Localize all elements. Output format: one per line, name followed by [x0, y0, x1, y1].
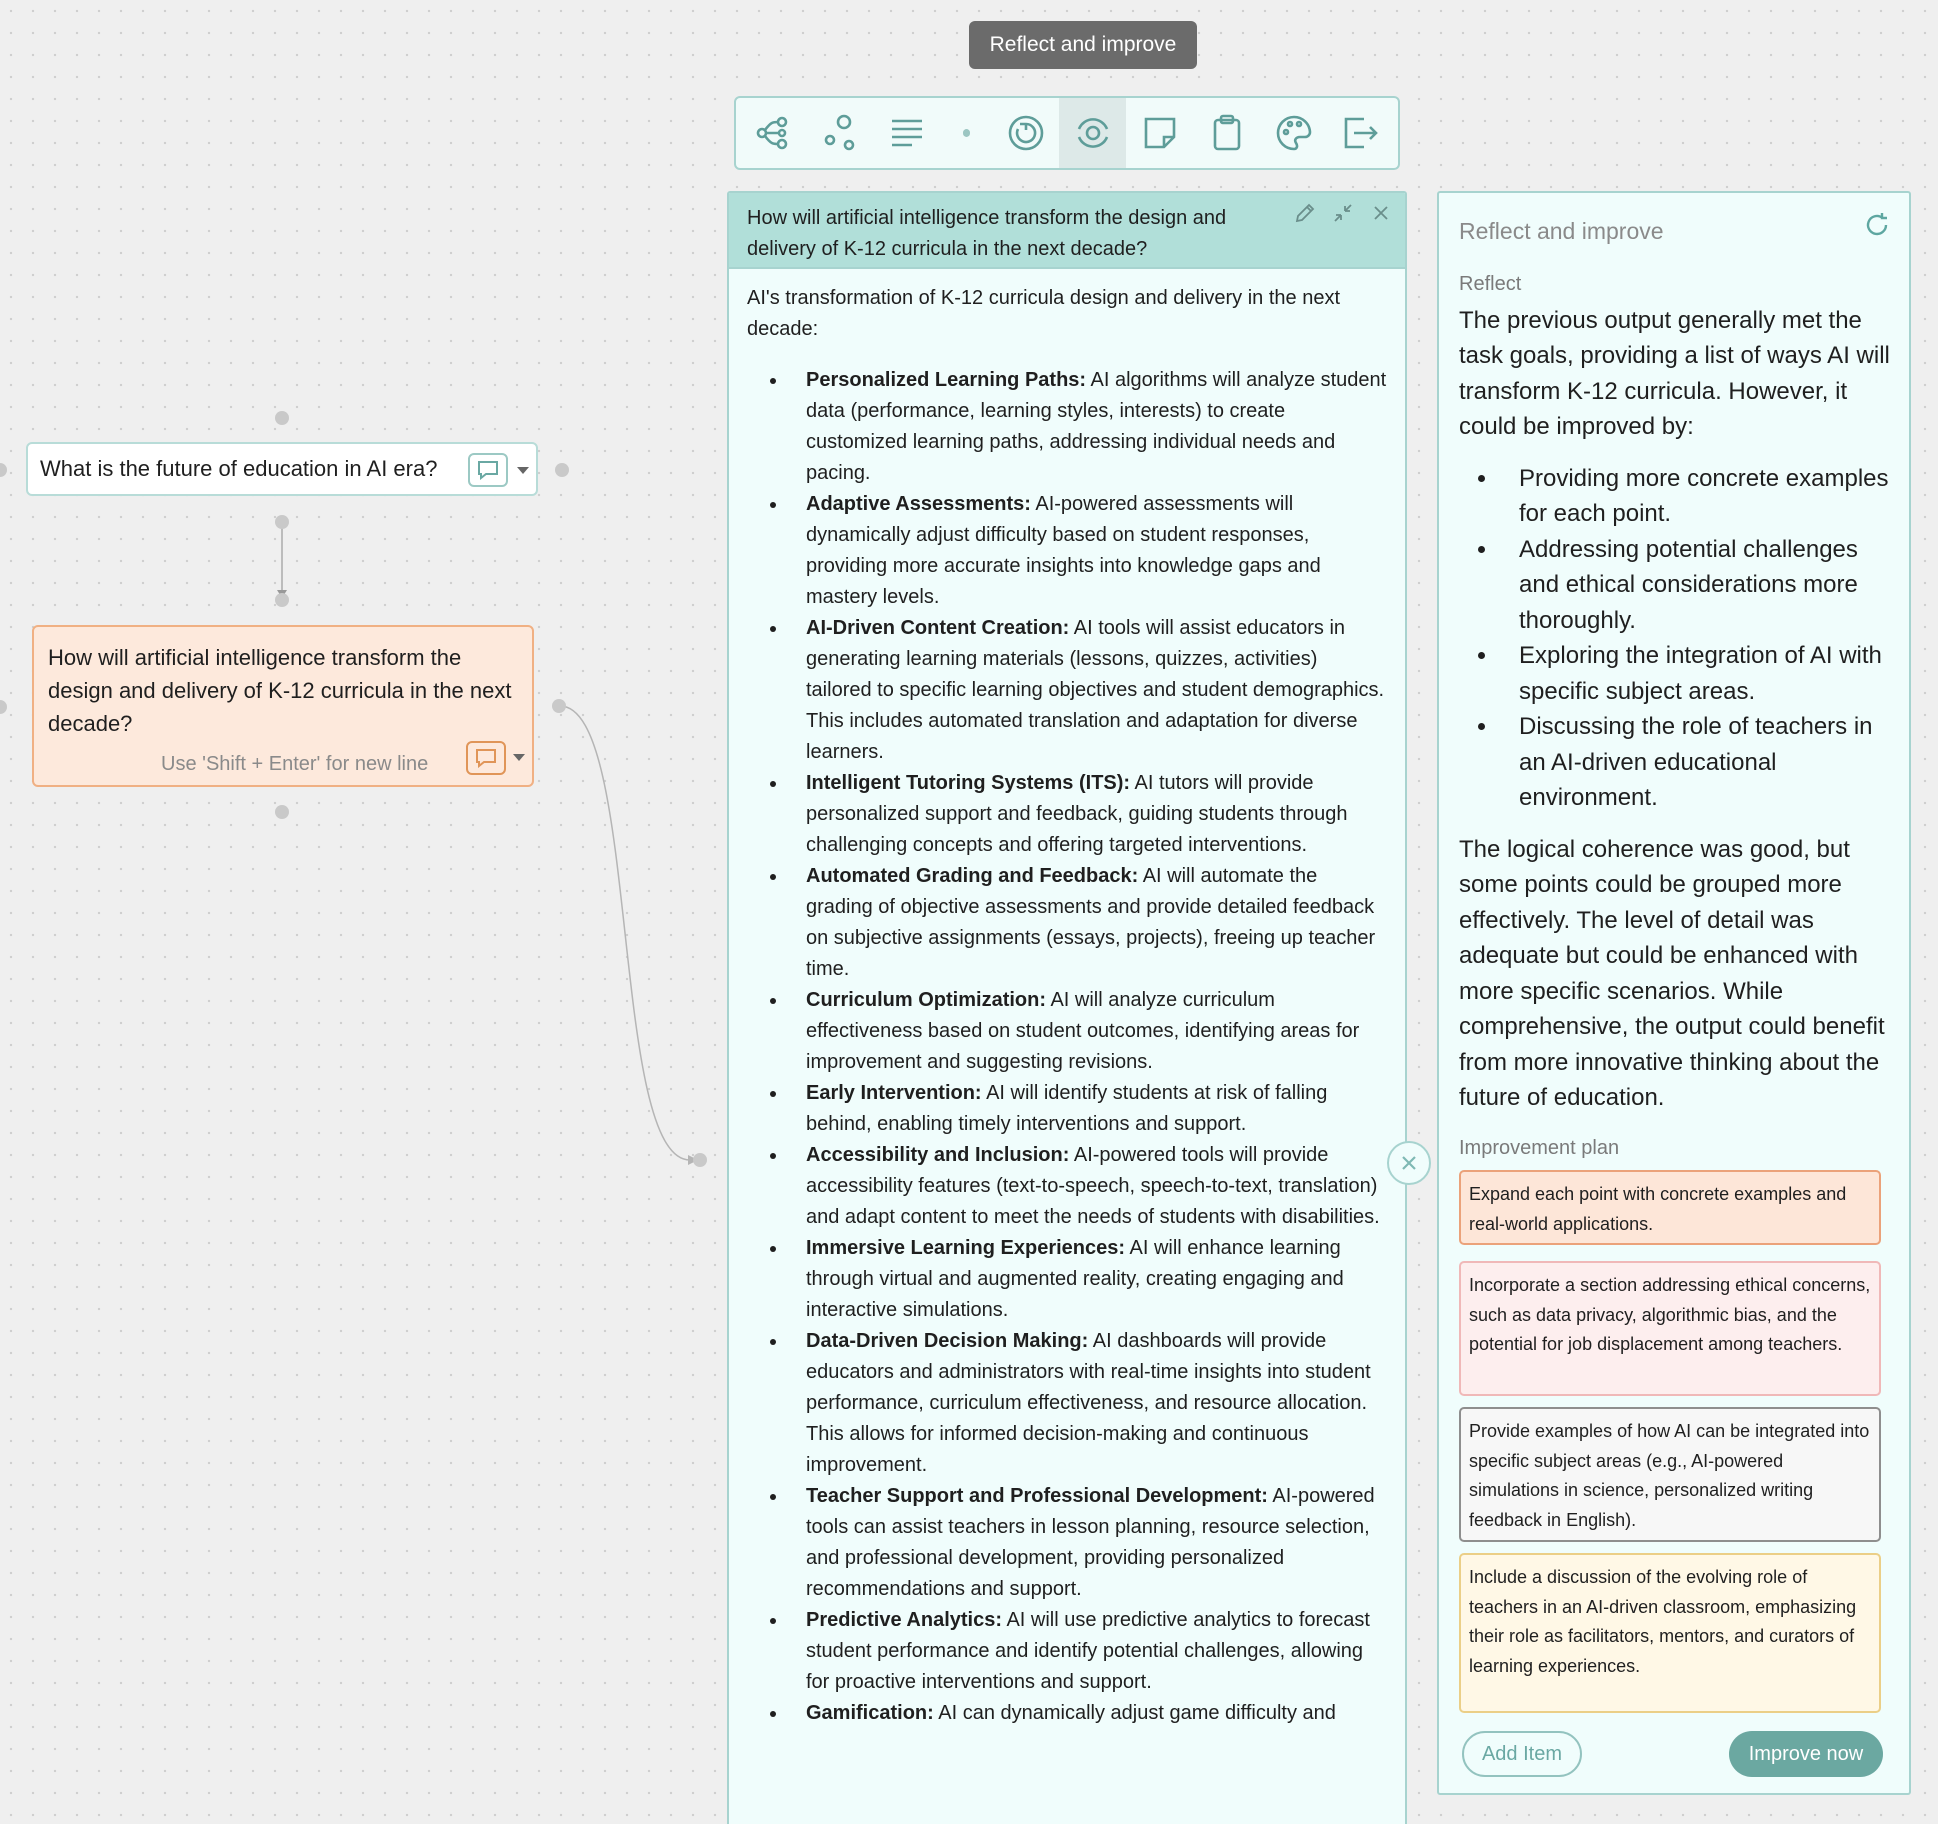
list-item: AI-Driven Content Creation: AI tools wil… — [788, 613, 1387, 768]
sticky-note-button[interactable] — [1126, 98, 1193, 168]
toolbar — [734, 96, 1400, 170]
clipboard-button[interactable] — [1193, 98, 1260, 168]
tooltip: Reflect and improve — [969, 21, 1197, 69]
plan-item[interactable]: Include a discussion of the evolving rol… — [1459, 1553, 1881, 1713]
list-item: Exploring the integration of AI with spe… — [1499, 638, 1895, 709]
list-item-title: Personalized Learning Paths: — [806, 369, 1087, 391]
node2-port-right[interactable] — [552, 699, 566, 713]
plan-item[interactable]: Expand each point with concrete examples… — [1459, 1170, 1881, 1245]
chevron-down-icon[interactable] — [513, 754, 525, 761]
reflect-points: Providing more concrete examples for eac… — [1459, 461, 1895, 816]
list-item-title: Immersive Learning Experiences: — [806, 1237, 1126, 1259]
mindmap-button[interactable] — [740, 98, 807, 168]
edge-node2-panel — [559, 705, 691, 1161]
add-item-button[interactable]: Add Item — [1462, 1731, 1582, 1777]
answer-panel-title: How will artificial intelligence transfo… — [747, 207, 1227, 260]
reflect-label: Reflect — [1459, 273, 1522, 295]
answer-panel-header: How will artificial intelligence transfo… — [729, 193, 1405, 269]
list-item: Accessibility and Inclusion: AI-powered … — [788, 1140, 1387, 1233]
reflect-icon — [1077, 118, 1109, 148]
answer-panel-body: AI's transformation of K-12 curricula de… — [729, 269, 1405, 1743]
list-item-title: Automated Grading and Feedback: — [806, 865, 1139, 887]
chat-icon — [476, 749, 496, 768]
nodes-icon — [825, 114, 855, 151]
node1-text: What is the future of education in AI er… — [40, 456, 438, 481]
list-item-title: Accessibility and Inclusion: — [806, 1144, 1070, 1166]
close-icon[interactable] — [1369, 201, 1393, 225]
list-item: Curriculum Optimization: AI will analyze… — [788, 985, 1387, 1078]
reflect-panel-title: Reflect and improve — [1459, 218, 1664, 244]
list-item: Personalized Learning Paths: AI algorith… — [788, 365, 1387, 489]
edit-icon[interactable] — [1293, 201, 1317, 225]
list-item-title: Teacher Support and Professional Develop… — [806, 1485, 1268, 1507]
answer-intro: AI's transformation of K-12 curricula de… — [747, 287, 1341, 340]
exit-icon — [1345, 117, 1379, 149]
refresh-circle-icon — [1008, 115, 1044, 151]
node1-port-top[interactable] — [275, 411, 289, 425]
refresh-button[interactable] — [1863, 211, 1891, 244]
list-item-title: Data-Driven Decision Making: — [806, 1330, 1089, 1352]
exit-button[interactable] — [1327, 98, 1394, 168]
collapse-icon[interactable] — [1331, 201, 1355, 225]
node2-port-bottom[interactable] — [275, 805, 289, 819]
answer-list: Personalized Learning Paths: AI algorith… — [747, 365, 1387, 1729]
list-item: Teacher Support and Professional Develop… — [788, 1481, 1387, 1605]
close-connection-button[interactable] — [1387, 1141, 1431, 1185]
list-item: Early Intervention: AI will identify stu… — [788, 1078, 1387, 1140]
node-question-2[interactable]: How will artificial intelligence transfo… — [32, 625, 534, 787]
reflect-panel: Reflect and improve Reflect The previous… — [1437, 191, 1911, 1795]
node1-port-bottom[interactable] — [275, 515, 289, 529]
list-item: Predictive Analytics: AI will use predic… — [788, 1605, 1387, 1698]
chat-icon — [478, 461, 498, 480]
list-item: Data-Driven Decision Making: AI dashboar… — [788, 1326, 1387, 1481]
text-lines-icon — [892, 119, 923, 147]
mindmap-icon — [757, 116, 788, 150]
improve-now-button[interactable]: Improve now — [1729, 1731, 1883, 1777]
list-item-title: Intelligent Tutoring Systems (ITS): — [806, 772, 1131, 794]
node1-port-right[interactable] — [555, 463, 569, 477]
list-item-title: Gamification: — [806, 1702, 934, 1724]
separator-dot — [962, 129, 971, 137]
chat-button[interactable] — [466, 741, 506, 775]
reflect-section: Reflect The previous output generally me… — [1459, 267, 1895, 1116]
node-question-1[interactable]: What is the future of education in AI er… — [26, 442, 538, 496]
improvement-plan-label: Improvement plan — [1459, 1137, 1620, 1159]
list-item-text: AI can dynamically adjust game difficult… — [933, 1702, 1336, 1724]
list-item: Automated Grading and Feedback: AI will … — [788, 861, 1387, 985]
palette-icon — [1276, 115, 1311, 151]
text-lines-button[interactable] — [874, 98, 941, 168]
list-item-title: Adaptive Assessments: — [806, 493, 1031, 515]
list-item-title: Early Intervention: — [806, 1082, 982, 1104]
node2-text[interactable]: How will artificial intelligence transfo… — [48, 641, 518, 740]
sticky-note-icon — [1144, 117, 1176, 149]
refresh-circle-button[interactable] — [992, 98, 1059, 168]
newline-hint: Use 'Shift + Enter' for new line — [161, 753, 429, 775]
chat-button[interactable] — [468, 453, 508, 487]
list-item: Discussing the role of teachers in an AI… — [1499, 709, 1895, 816]
nodes-button[interactable] — [807, 98, 874, 168]
plan-item[interactable]: Provide examples of how AI can be integr… — [1459, 1407, 1881, 1542]
answer-panel: How will artificial intelligence transfo… — [727, 191, 1407, 1824]
list-item-title: Predictive Analytics: — [806, 1609, 1003, 1631]
clipboard-icon — [1213, 114, 1240, 151]
reflect-button[interactable] — [1059, 98, 1127, 168]
reflect-outro: The logical coherence was good, but some… — [1459, 835, 1885, 1112]
list-item: Addressing potential challenges and ethi… — [1499, 532, 1895, 639]
list-item-title: AI-Driven Content Creation: — [806, 617, 1070, 639]
plan-item[interactable]: Incorporate a section addressing ethical… — [1459, 1261, 1881, 1396]
panel-port-left[interactable] — [693, 1153, 707, 1167]
refresh-icon — [1866, 213, 1888, 236]
list-item: Gamification: AI can dynamically adjust … — [788, 1698, 1387, 1729]
node2-port-top[interactable] — [275, 593, 289, 607]
list-item: Intelligent Tutoring Systems (ITS): AI t… — [788, 768, 1387, 861]
list-item: Providing more concrete examples for eac… — [1499, 461, 1895, 532]
palette-button[interactable] — [1260, 98, 1327, 168]
list-item: Adaptive Assessments: AI-powered assessm… — [788, 489, 1387, 613]
close-icon — [1402, 1156, 1416, 1170]
list-item: Immersive Learning Experiences: AI will … — [788, 1233, 1387, 1326]
list-item-title: Curriculum Optimization: — [806, 989, 1046, 1011]
reflect-intro: The previous output generally met the ta… — [1459, 306, 1890, 441]
chevron-down-icon[interactable] — [517, 467, 529, 474]
